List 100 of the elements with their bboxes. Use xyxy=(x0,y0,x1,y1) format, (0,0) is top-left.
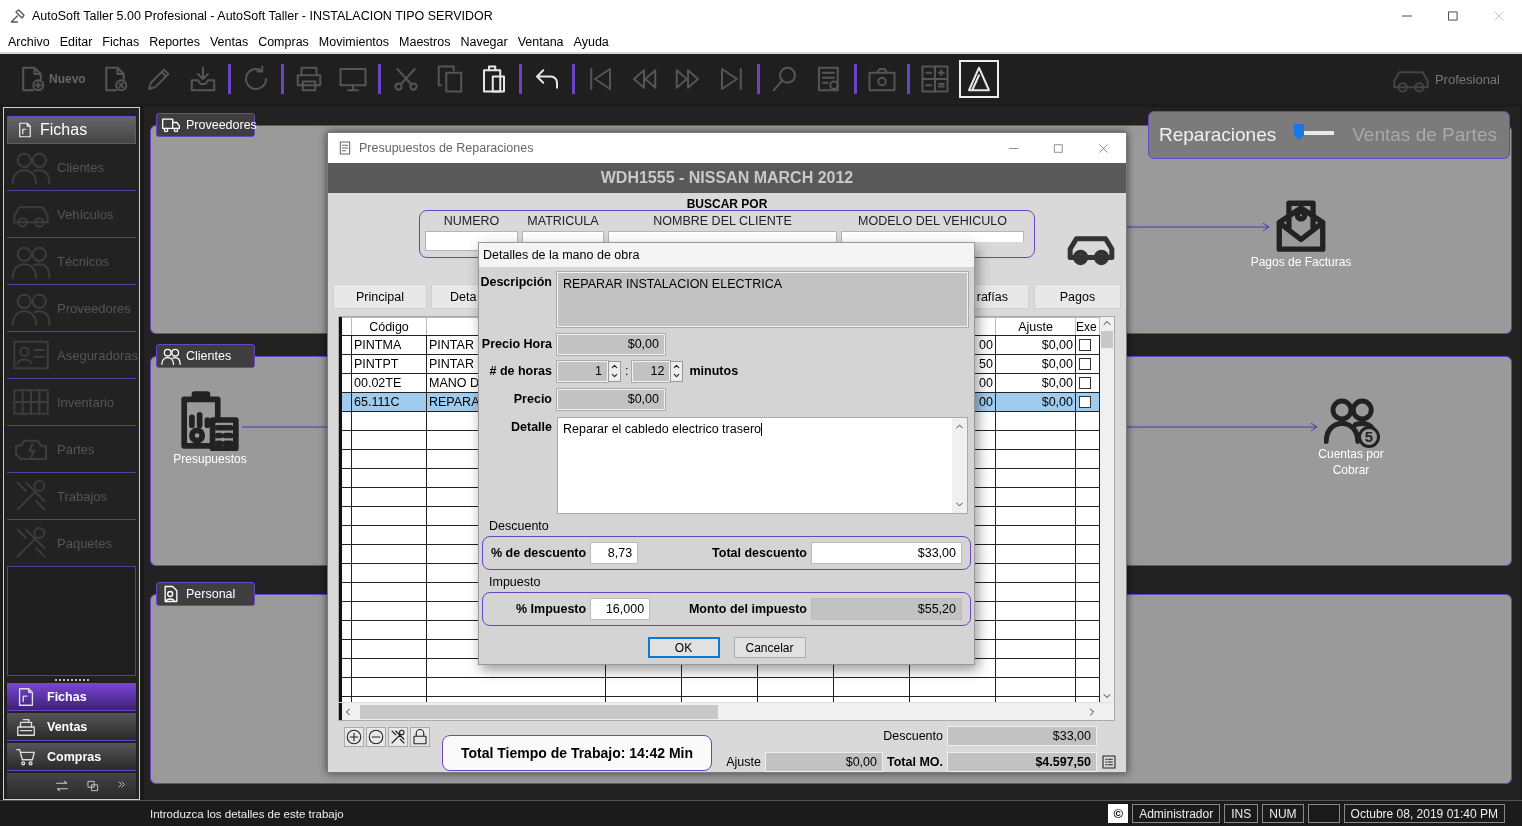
menu-item[interactable]: Reportes xyxy=(144,35,205,49)
detail-text: Reparar el cabledo electrico trasero xyxy=(563,422,762,436)
checkbox[interactable] xyxy=(1079,377,1091,389)
window-title: Presupuestos de Reparaciones xyxy=(359,141,535,155)
tax-percent-field[interactable]: 16,000 xyxy=(590,598,651,620)
add-icon[interactable] xyxy=(344,727,364,747)
column-header[interactable]: Exe xyxy=(1075,317,1100,336)
table-cell: $0,00 xyxy=(995,335,1076,355)
maximize-icon[interactable] xyxy=(1446,9,1460,23)
menu-item[interactable]: Compras xyxy=(253,35,314,49)
menu-item[interactable]: Ventana xyxy=(512,35,569,49)
sidebar-title: Fichas xyxy=(40,121,88,139)
checkbox[interactable] xyxy=(1079,358,1091,370)
menu-item[interactable]: Maestros xyxy=(394,35,456,49)
menu-item[interactable]: Archivo xyxy=(3,35,55,49)
field-label: Total descuento xyxy=(712,546,807,560)
spin-down-icon xyxy=(609,371,620,380)
list-icon[interactable] xyxy=(1101,754,1117,770)
tab[interactable]: Principal xyxy=(333,284,427,309)
field-label: Precio Hora xyxy=(480,336,553,353)
splitter-handle[interactable] xyxy=(54,678,89,681)
menu-item[interactable]: Navegar xyxy=(455,35,513,49)
text-cursor xyxy=(761,423,763,437)
description-field[interactable]: REPARAR INSTALACION ELECTRICA xyxy=(557,272,968,327)
detail-field[interactable]: Reparar el cabledo electrico trasero xyxy=(557,417,968,514)
work-time-summary: Total Tiempo de Trabajo: 14:42 Min xyxy=(442,735,712,771)
section-title: BUSCAR POR xyxy=(686,197,768,211)
field-label: Descripción xyxy=(479,274,553,291)
table-cell: PINTMA xyxy=(351,335,427,355)
edition-label: Profesional xyxy=(1434,71,1500,87)
field-label: Ajuste xyxy=(726,755,761,769)
group-title: Descuento xyxy=(489,519,550,533)
field-label: MATRICULA xyxy=(527,214,599,230)
field-label: MODELO DEL VEHICULO xyxy=(858,214,1007,230)
close-icon[interactable] xyxy=(1097,141,1110,155)
field-label: Precio xyxy=(512,391,553,408)
menu-item[interactable]: Fichas xyxy=(97,35,145,49)
field-label: Descuento xyxy=(882,729,943,743)
field-label: Detalle xyxy=(510,419,553,436)
calculator-icon xyxy=(919,64,950,94)
group-tab[interactable]: Personal xyxy=(156,582,255,607)
clipboard-calculator-icon xyxy=(179,389,241,452)
menu-item[interactable]: Ventas xyxy=(204,35,254,49)
tools-icon[interactable] xyxy=(388,727,408,747)
menu-item[interactable]: Movimientos xyxy=(313,35,395,49)
hour-price-field[interactable]: $0,00 xyxy=(557,334,665,355)
people-icon xyxy=(161,346,181,367)
menu-item[interactable]: Editar xyxy=(54,35,98,49)
horizontal-scrollbar[interactable] xyxy=(339,702,1114,720)
vertical-scrollbar[interactable] xyxy=(1100,317,1114,702)
tab[interactable]: Deta xyxy=(431,284,478,309)
window-title: AutoSoft Taller 5.00 Profesional - AutoSoft Taller - INSTALACION TIPO SERVIDOR xyxy=(32,9,494,23)
tab[interactable]: Pagos xyxy=(1034,284,1121,309)
toolbar-button[interactable] xyxy=(958,60,999,98)
status-panel xyxy=(1307,804,1340,823)
field-label: % Impuesto xyxy=(516,602,587,616)
search-field[interactable] xyxy=(522,231,604,242)
lock-icon[interactable] xyxy=(410,727,430,747)
app-icon xyxy=(10,8,26,24)
nav-button[interactable]: Compras xyxy=(7,743,136,771)
scroll-thumb[interactable] xyxy=(360,704,718,719)
swap-icon[interactable] xyxy=(54,778,70,794)
tab[interactable]: rafías xyxy=(975,284,1029,309)
nav-button[interactable]: Ventas xyxy=(7,713,136,741)
adjustment-field: $0,00 xyxy=(765,752,883,772)
table-cell: $0,00 xyxy=(995,373,1076,393)
cancel-button[interactable]: Cancelar xyxy=(733,637,806,658)
module-shortcut[interactable]: 5 Cuentas por Cobrar xyxy=(1305,392,1397,479)
mode-option[interactable]: Reparaciones xyxy=(1159,124,1277,146)
document-icon xyxy=(337,140,353,156)
group-tab[interactable]: Clientes xyxy=(156,344,255,369)
column-header[interactable]: Código xyxy=(351,317,427,336)
ok-button[interactable]: OK xyxy=(647,637,720,658)
document-icon xyxy=(16,121,34,139)
checkbox[interactable] xyxy=(1079,339,1091,351)
price-field[interactable]: $0,00 xyxy=(557,389,665,410)
remove-icon[interactable] xyxy=(366,727,386,747)
discount-total-field[interactable]: $33,00 xyxy=(811,542,962,564)
nav-button[interactable]: Fichas xyxy=(7,683,136,711)
search-field[interactable] xyxy=(608,231,837,242)
discount-percent-field[interactable]: 8,73 xyxy=(590,542,639,564)
user-panel: Administrador xyxy=(1132,804,1221,823)
count-badge: 5 xyxy=(1358,426,1380,449)
tax-amount-field[interactable]: $55,20 xyxy=(811,598,962,620)
insert-indicator: INS xyxy=(1224,804,1259,823)
checkbox[interactable] xyxy=(1079,396,1091,408)
num-lock-indicator: NUM xyxy=(1262,804,1304,823)
field-label: Total MO. xyxy=(887,755,943,769)
windows-icon[interactable] xyxy=(86,779,100,793)
dialog-title: Detalles de la mano de obra xyxy=(479,243,974,267)
field-label: Monto del impuesto xyxy=(688,602,807,616)
menu-item[interactable]: Ayuda xyxy=(568,35,614,49)
total-field: $4.597,50 xyxy=(947,752,1097,772)
datetime-panel: Octubre 08, 2019 01:40 PM xyxy=(1343,804,1505,823)
status-message: Introduzca los detalles de este trabajo xyxy=(150,807,345,820)
scroll-thumb[interactable] xyxy=(1101,331,1113,348)
search-field[interactable] xyxy=(841,231,1024,242)
column-header[interactable]: Ajuste xyxy=(995,317,1076,336)
close-icon[interactable] xyxy=(1492,9,1506,23)
spin-up-icon xyxy=(609,362,620,371)
